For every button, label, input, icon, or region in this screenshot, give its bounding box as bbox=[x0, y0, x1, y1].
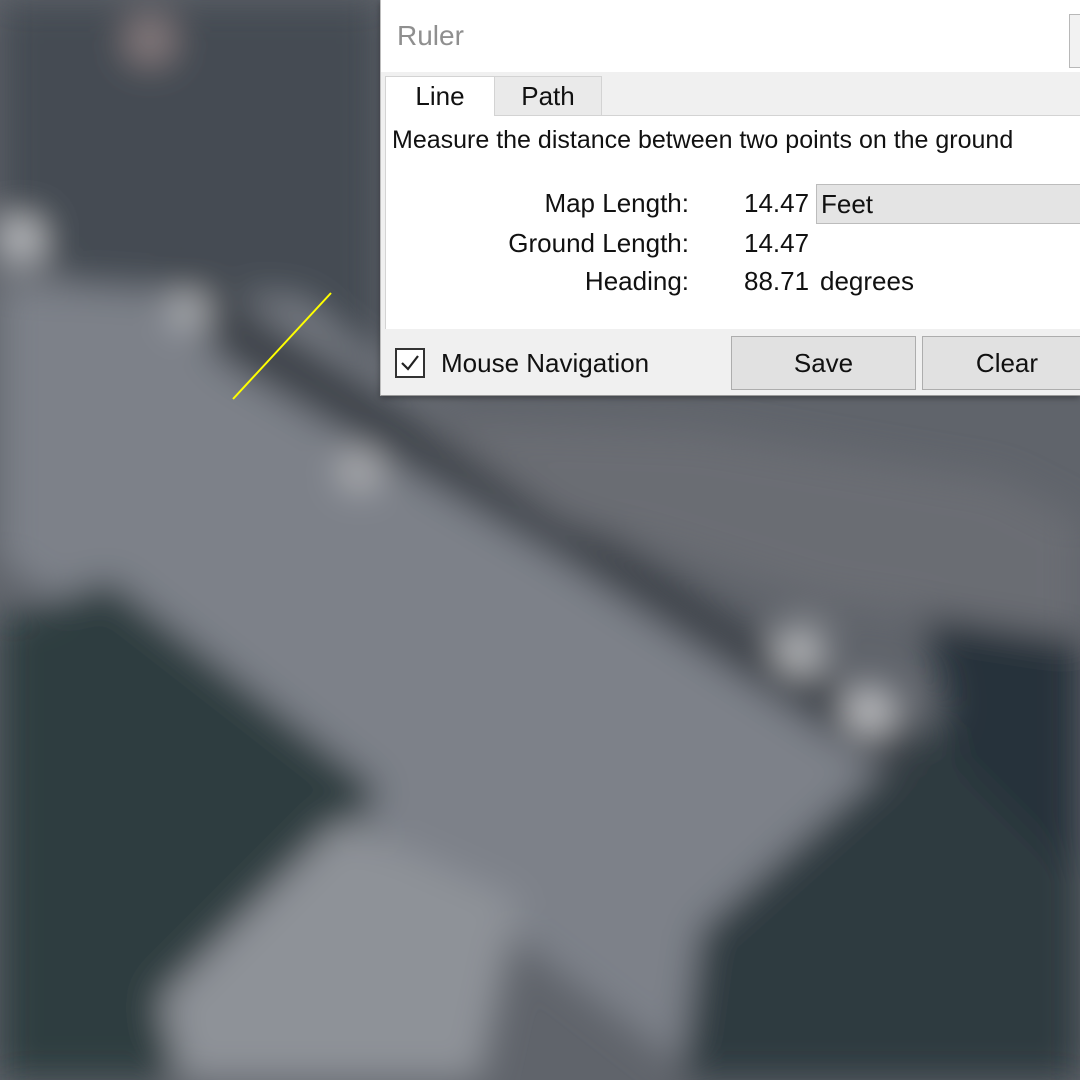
dialog-title: Ruler bbox=[397, 20, 464, 51]
dialog-footer: Mouse Navigation Save Clear bbox=[381, 330, 1080, 396]
ruler-dialog: Ruler Line Path Measure the distance bet… bbox=[380, 0, 1080, 396]
tab-path-label: Path bbox=[521, 81, 575, 111]
save-button-label: Save bbox=[793, 347, 854, 378]
heading-unit: degrees bbox=[820, 266, 914, 296]
mouse-navigation-label: Mouse Navigation bbox=[441, 348, 650, 378]
tab-path[interactable]: Path bbox=[494, 76, 602, 116]
unit-dropdown-value: Feet bbox=[821, 188, 874, 219]
map-length-value: 14.47 bbox=[744, 188, 810, 218]
ground-length-value: 14.47 bbox=[744, 228, 810, 258]
tab-line[interactable]: Line bbox=[385, 76, 495, 116]
description-text: Measure the distance between two points … bbox=[392, 126, 1014, 154]
title-bar[interactable]: Ruler bbox=[381, 0, 1080, 72]
ground-length-label: Ground Length: bbox=[508, 228, 689, 258]
heading-value: 88.71 bbox=[744, 266, 810, 296]
line-tab-panel: Measure the distance between two points … bbox=[385, 115, 1080, 329]
checkmark-icon bbox=[401, 355, 419, 371]
window-control-button[interactable] bbox=[1069, 14, 1080, 68]
unit-dropdown[interactable]: Feet bbox=[816, 184, 1080, 224]
tab-line-label: Line bbox=[415, 81, 465, 111]
clear-button-label: Clear bbox=[975, 347, 1039, 378]
map-length-label: Map Length: bbox=[544, 188, 689, 218]
heading-label: Heading: bbox=[584, 266, 689, 296]
clear-button[interactable]: Clear bbox=[922, 336, 1080, 390]
mouse-navigation-checkbox[interactable] bbox=[395, 348, 425, 378]
save-button[interactable]: Save bbox=[731, 336, 916, 390]
